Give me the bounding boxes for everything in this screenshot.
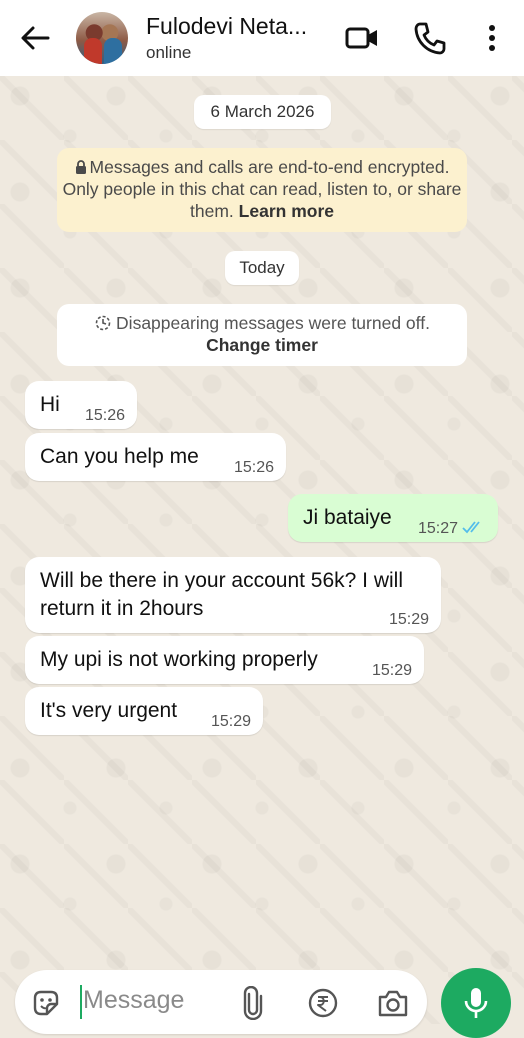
contact-status: online (146, 43, 192, 62)
message-time: 15:29 (210, 713, 251, 730)
message-bubble-incoming[interactable]: It's very urgent 15:29 (25, 687, 263, 735)
date-chip-label: 6 March 2026 (210, 102, 315, 121)
timer-icon (95, 315, 111, 331)
camera-icon[interactable] (377, 988, 409, 1018)
avatar-figure (104, 38, 122, 64)
attach-icon[interactable] (240, 986, 266, 1020)
chat-header: Fulodevi Neta... online (0, 0, 524, 76)
microphone-icon (464, 988, 488, 1018)
sticker-icon[interactable] (31, 988, 61, 1018)
message-input[interactable]: Message (83, 986, 184, 1015)
message-bubble-incoming[interactable]: Will be there in your account 56k? I wil… (25, 557, 441, 633)
more-options-icon[interactable] (474, 20, 510, 56)
text-cursor (80, 985, 82, 1019)
message-bubble-incoming[interactable]: My upi is not working properly 15:29 (25, 636, 424, 684)
message-bubble-incoming[interactable]: Hi 15:26 (25, 381, 137, 429)
learn-more-link[interactable]: Learn more (239, 201, 334, 221)
message-text: It's very urgent (40, 699, 178, 722)
back-arrow-icon[interactable] (18, 22, 52, 54)
video-call-icon[interactable] (344, 20, 380, 56)
disappearing-text: Disappearing messages were turned off. (116, 313, 430, 333)
message-time: 15:26 (84, 407, 125, 424)
message-text: Hi (40, 393, 60, 416)
encryption-notice[interactable]: Messages and calls are end-to-end encryp… (57, 148, 467, 232)
message-time: 15:29 (388, 611, 429, 628)
disappearing-messages-notice[interactable]: Disappearing messages were turned off. C… (57, 304, 467, 366)
message-composer[interactable]: Message (15, 970, 427, 1034)
payment-icon[interactable] (307, 987, 339, 1019)
today-chip: Today (225, 251, 299, 285)
lock-icon (75, 160, 86, 174)
voice-call-icon[interactable] (412, 20, 448, 56)
today-chip-label: Today (239, 258, 285, 277)
message-bubble-incoming[interactable]: Can you help me 15:26 (25, 433, 286, 481)
read-receipt-icon (462, 521, 480, 534)
message-text: Will be there in your account 56k? I wil… (40, 569, 403, 620)
contact-name[interactable]: Fulodevi Neta... (146, 13, 307, 40)
voice-message-button[interactable] (441, 968, 511, 1038)
message-time: 15:27 (417, 520, 458, 537)
message-text: Ji bataiye (303, 506, 392, 529)
message-time: 15:26 (233, 459, 274, 476)
message-time: 15:29 (371, 662, 412, 679)
message-text: Can you help me (40, 445, 199, 468)
change-timer-link[interactable]: Change timer (206, 335, 318, 355)
message-bubble-outgoing[interactable]: Ji bataiye 15:27 (288, 494, 498, 542)
date-chip: 6 March 2026 (194, 95, 331, 129)
contact-avatar[interactable] (76, 12, 128, 64)
message-text: My upi is not working properly (40, 648, 318, 671)
chat-area[interactable]: 6 March 2026 Messages and calls are end-… (0, 76, 524, 1024)
avatar-figure (84, 38, 102, 64)
